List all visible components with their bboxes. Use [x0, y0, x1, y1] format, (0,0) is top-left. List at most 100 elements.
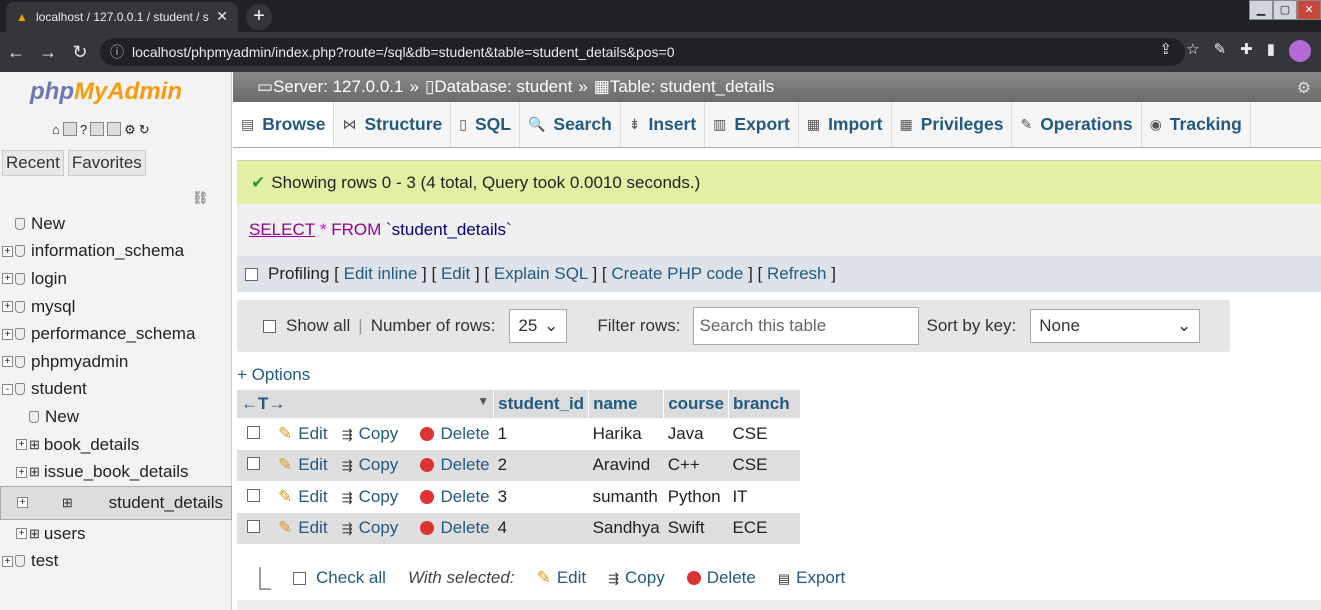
sql-select-keyword[interactable]: SELECT — [249, 220, 315, 240]
cell-branch[interactable]: ECE — [728, 512, 801, 544]
profiling-checkbox[interactable] — [245, 267, 258, 281]
help-icon[interactable]: ? — [80, 122, 87, 138]
expand-icon[interactable]: + — [17, 497, 28, 509]
copy-row-button[interactable]: ⇶ Copy — [342, 487, 399, 506]
tree-item[interactable]: + performance_schema — [0, 320, 232, 348]
delete-row-button[interactable]: Delete — [420, 487, 490, 506]
sort-by-key-select[interactable]: None ⌄ — [1030, 309, 1201, 343]
tab-browse[interactable]: ▤ Browse — [233, 102, 335, 147]
copy-row-button[interactable]: ⇶ Copy — [342, 455, 399, 474]
new-tab-button[interactable]: + — [246, 4, 272, 30]
bulk-delete-button[interactable]: Delete — [686, 568, 756, 588]
tab-operations[interactable]: ✎ Operations — [1012, 102, 1142, 147]
favorites-tab[interactable]: Favorites — [67, 150, 146, 176]
check-all-checkbox[interactable] — [293, 571, 307, 585]
column-header-branch[interactable]: branch — [728, 390, 801, 418]
tree-item[interactable]: New — [0, 210, 232, 238]
tab-tracking[interactable]: ◉ Tracking — [1142, 102, 1251, 147]
recent-tab[interactable]: Recent — [2, 150, 64, 176]
expand-icon[interactable]: + — [16, 528, 27, 540]
tree-item[interactable]: + ⊞ student_details — [0, 485, 232, 520]
tab-privileges[interactable]: ▦ Privileges — [892, 102, 1013, 147]
delete-row-button[interactable]: Delete — [420, 518, 490, 537]
cell-course[interactable]: Swift — [663, 512, 729, 544]
tab-insert[interactable]: ⇟ Insert — [621, 102, 706, 147]
tree-item[interactable]: + ⊞ users — [0, 520, 232, 548]
share-icon[interactable]: ⇪ — [1160, 40, 1173, 62]
profile-avatar[interactable] — [1289, 40, 1311, 62]
breadcrumb-database[interactable]: Database: student — [434, 77, 572, 97]
tree-item[interactable]: - student — [0, 376, 232, 404]
delete-row-button[interactable]: Delete — [420, 455, 490, 474]
number-of-rows-select[interactable]: 25 ⌄ — [509, 309, 568, 343]
cell-course[interactable]: C++ — [663, 449, 729, 481]
cell-student_id[interactable]: 4 — [493, 512, 589, 544]
puzzle-icon[interactable]: ✚ — [1240, 40, 1253, 62]
home-icon[interactable]: ⌂ — [52, 122, 60, 138]
cell-course[interactable]: Java — [663, 418, 729, 450]
tree-line-icon[interactable] — [2, 218, 13, 229]
row-checkbox[interactable] — [247, 520, 260, 534]
minimize-icon[interactable]: ▁ — [1249, 0, 1273, 20]
horizontal-scrollbar[interactable] — [237, 600, 1321, 610]
cell-student_id[interactable]: 1 — [493, 418, 589, 450]
tree-item[interactable]: + mysql — [0, 293, 232, 321]
cell-branch[interactable]: IT — [728, 481, 801, 513]
tree-item[interactable]: New — [0, 403, 232, 431]
row-checkbox[interactable] — [247, 457, 260, 471]
close-window-icon[interactable]: ✕ — [1297, 0, 1321, 20]
expand-icon[interactable]: + — [2, 328, 13, 340]
tree-item[interactable]: + information_schema — [0, 238, 232, 266]
column-header-course[interactable]: course — [663, 390, 729, 418]
cell-branch[interactable]: CSE — [728, 449, 801, 481]
breadcrumb-table[interactable]: Table: student_details — [610, 77, 774, 97]
cell-name[interactable]: Aravind — [588, 449, 664, 481]
tab-sql[interactable]: ▯ SQL — [451, 102, 520, 147]
copy-icon[interactable] — [107, 122, 122, 136]
tab-search[interactable]: 🔍 Search — [520, 102, 621, 147]
expand-icon[interactable]: + — [16, 439, 27, 451]
check-all-link[interactable]: Check all — [316, 568, 386, 588]
profiling-link[interactable]: Edit inline — [344, 264, 418, 283]
tree-item[interactable]: + phpmyadmin — [0, 348, 232, 376]
tree-item[interactable]: + test — [0, 548, 232, 576]
edit-row-button[interactable]: ✎ Edit — [278, 455, 328, 474]
profiling-link[interactable]: Explain SQL — [494, 264, 588, 283]
maximize-icon[interactable]: ▢ — [1273, 0, 1297, 20]
logout-icon[interactable] — [62, 122, 77, 136]
row-checkbox[interactable] — [247, 488, 260, 502]
copy-row-button[interactable]: ⇶ Copy — [342, 424, 399, 443]
show-all-checkbox[interactable] — [263, 319, 276, 333]
edit-row-button[interactable]: ✎ Edit — [278, 487, 328, 506]
options-link[interactable]: + Options — [237, 365, 310, 385]
collapse-icon[interactable]: - — [2, 383, 13, 395]
cell-course[interactable]: Python — [663, 481, 729, 513]
row-checkbox[interactable] — [247, 425, 260, 439]
filter-rows-input[interactable]: Search this table — [692, 307, 919, 345]
docs-icon[interactable] — [90, 122, 105, 136]
reload-icon[interactable]: ↻ — [64, 42, 96, 63]
column-resize-icon[interactable]: ←T→ — [241, 394, 285, 413]
profiling-link[interactable]: Refresh — [767, 264, 827, 283]
extension-icon[interactable]: ✎ — [1214, 40, 1227, 62]
reload-nav-icon[interactable]: ↻ — [139, 122, 150, 138]
copy-row-button[interactable]: ⇶ Copy — [342, 518, 399, 537]
gear-icon[interactable]: ⚙ — [124, 122, 136, 138]
cell-name[interactable]: Harika — [588, 418, 664, 450]
breadcrumb-server[interactable]: Server: 127.0.0.1 — [273, 77, 403, 97]
bulk-copy-button[interactable]: ⇶ Copy — [608, 568, 665, 588]
tree-item[interactable]: + login — [0, 265, 232, 293]
edit-row-button[interactable]: ✎ Edit — [278, 424, 328, 443]
site-info-icon[interactable]: ⓘ — [110, 38, 124, 66]
expand-icon[interactable]: + — [2, 301, 13, 313]
column-header-name[interactable]: name — [588, 390, 665, 418]
expand-icon[interactable]: + — [2, 245, 13, 257]
settings-gear-icon[interactable]: ⚙ — [1297, 78, 1311, 98]
tree-item[interactable]: + ⊞ book_details — [0, 431, 232, 459]
tree-item[interactable]: + ⊞ issue_book_details — [0, 458, 232, 486]
cell-branch[interactable]: CSE — [728, 418, 801, 450]
link-with-main-icon[interactable]: ⛓ — [192, 190, 209, 206]
url-bar[interactable]: ⓘ localhost/phpmyadmin/index.php?route=/… — [100, 38, 1185, 66]
expand-icon[interactable]: + — [2, 273, 13, 285]
bulk-edit-button[interactable]: ✎ Edit — [537, 568, 587, 588]
